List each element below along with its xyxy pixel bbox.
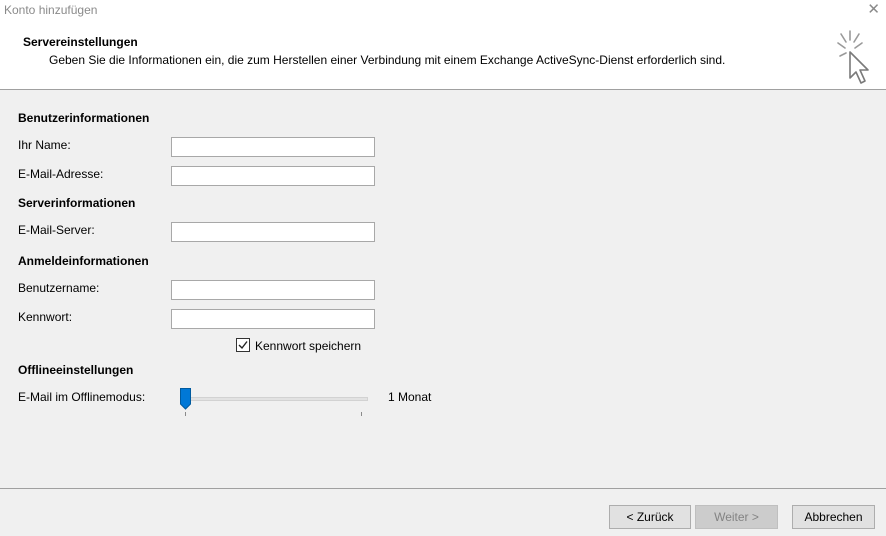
section-login-info: Anmeldeinformationen xyxy=(18,254,149,268)
section-server-info: Serverinformationen xyxy=(18,196,136,210)
slider-thumb[interactable] xyxy=(180,388,191,410)
offline-mode-slider[interactable] xyxy=(180,387,370,419)
wizard-cursor-icon xyxy=(837,30,869,84)
section-offline-settings: Offlineeinstellungen xyxy=(18,363,134,377)
slider-track[interactable] xyxy=(180,397,368,401)
title-bar: Konto hinzufügen ✕ xyxy=(0,0,886,22)
username-label: Benutzername: xyxy=(18,281,100,295)
close-icon[interactable]: ✕ xyxy=(867,0,880,20)
remember-password-checkbox[interactable] xyxy=(236,338,250,352)
checkmark-icon xyxy=(238,341,248,350)
offline-mode-label: E-Mail im Offlinemodus: xyxy=(18,390,146,404)
mail-server-input[interactable] xyxy=(171,222,375,242)
remember-password-label[interactable]: Kennwort speichern xyxy=(255,339,361,353)
name-input[interactable] xyxy=(171,137,375,157)
window-title: Konto hinzufügen xyxy=(4,3,98,17)
username-input[interactable] xyxy=(171,280,375,300)
back-button[interactable]: < Zurück xyxy=(609,505,691,529)
password-label: Kennwort: xyxy=(18,310,73,324)
email-label: E-Mail-Adresse: xyxy=(18,167,104,181)
next-button[interactable]: Weiter > xyxy=(695,505,778,529)
offline-mode-value: 1 Monat xyxy=(388,390,432,404)
section-user-info: Benutzerinformationen xyxy=(18,111,150,125)
password-input[interactable] xyxy=(171,309,375,329)
wizard-header: Servereinstellungen Geben Sie die Inform… xyxy=(0,22,886,90)
slider-tick-start xyxy=(185,412,186,416)
header-title: Servereinstellungen xyxy=(23,35,138,49)
footer-divider xyxy=(0,488,886,489)
cancel-button[interactable]: Abbrechen xyxy=(792,505,875,529)
email-input[interactable] xyxy=(171,166,375,186)
name-label: Ihr Name: xyxy=(18,138,71,152)
header-description: Geben Sie die Informationen ein, die zum… xyxy=(49,53,726,67)
slider-tick-end xyxy=(361,412,362,416)
mail-server-label: E-Mail-Server: xyxy=(18,223,95,237)
